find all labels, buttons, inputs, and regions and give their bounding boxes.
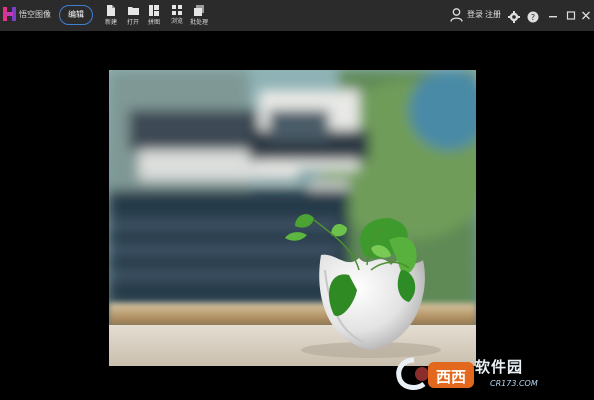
app-title: 悟空图像 [19,10,51,19]
settings-icon[interactable] [508,8,520,27]
edited-photo [109,70,476,366]
watermark-logo: 西西 [396,357,474,390]
help-icon[interactable]: ? [527,8,539,27]
app-logo-icon [3,6,16,26]
minimize-icon[interactable] [548,8,562,22]
watermark-brand-text: 软件园 [475,358,524,376]
watermark: 西西 软件园 CR173.COM [394,352,594,400]
toolbar-batch-label: 批处理 [189,19,208,26]
svg-text:?: ? [531,13,535,22]
edit-mode-button[interactable]: 编辑 [59,5,93,25]
login-link[interactable]: 登录 [467,9,483,20]
register-link[interactable]: 注册 [485,9,501,20]
watermark-url-text: CR173.COM [490,379,538,388]
user-icon[interactable] [450,7,463,26]
maximize-icon[interactable] [566,8,580,22]
watermark-logo-text: 西西 [436,368,466,386]
batch-icon [184,5,214,16]
toolbar-batch-button[interactable]: 批处理 [184,3,214,26]
title-bar: 悟空图像 编辑 新建 打开 拼图 浏览 批处理 登录 注册 ? [0,0,594,31]
image-canvas[interactable] [109,70,476,366]
close-icon[interactable] [581,8,594,22]
